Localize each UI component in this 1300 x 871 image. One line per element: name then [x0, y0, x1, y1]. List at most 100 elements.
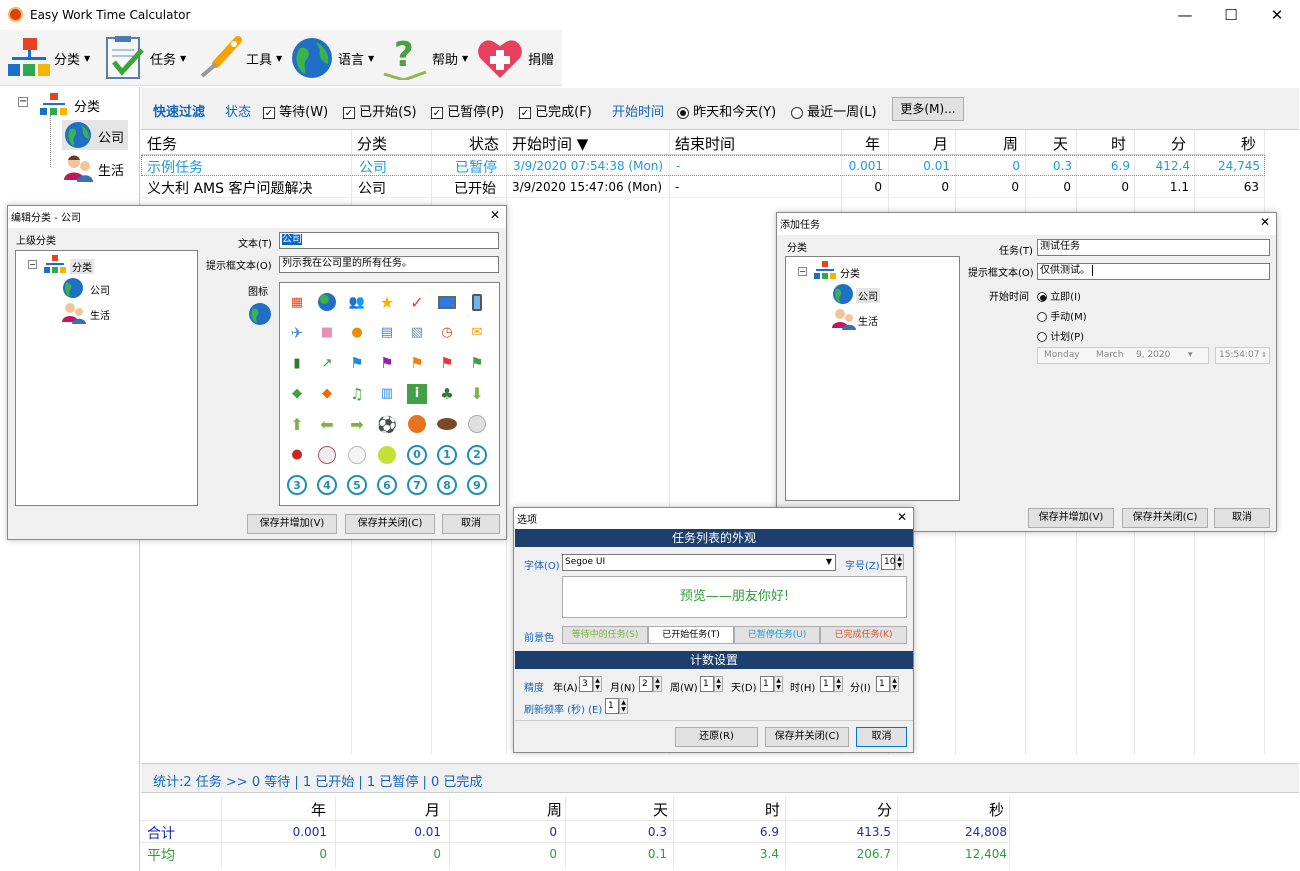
hierarchy-icon[interactable]: ▦ — [287, 292, 307, 312]
col-header-task[interactable]: 任务 — [147, 133, 177, 154]
task-category-tree[interactable]: − 分类 公司 生活 — [785, 256, 960, 501]
col-header-day[interactable]: 天 — [1053, 133, 1068, 154]
col-header-hour[interactable]: 时 — [1111, 133, 1126, 154]
started-color-button[interactable]: 已开始任务(T) — [648, 626, 734, 644]
maximize-button[interactable]: ☐ — [1208, 0, 1254, 30]
basketball-icon[interactable] — [407, 414, 427, 434]
tree-icon[interactable]: ♣ — [437, 384, 457, 404]
precision-hour-input[interactable]: 1 — [820, 676, 834, 692]
tree-root-label[interactable]: 分类 — [74, 96, 100, 115]
col-header-week[interactable]: 周 — [1003, 133, 1018, 154]
number-9-icon[interactable]: 9 — [467, 475, 487, 496]
start-manual-radio[interactable]: 手动(M) — [1037, 308, 1087, 323]
tree-item-label[interactable]: 生活 — [90, 307, 110, 322]
soccer-ball-icon[interactable]: ⚽ — [377, 414, 397, 434]
cancel-button[interactable]: 取消 — [856, 727, 907, 747]
check-icon[interactable]: ✓ — [407, 292, 427, 312]
save-and-close-button[interactable]: 保存并关闭(C) — [1122, 508, 1208, 528]
filter-waiting-checkbox[interactable]: ✓ 等待(W) — [263, 101, 328, 120]
filter-last-week-radio[interactable]: 最近一周(L) — [791, 101, 877, 120]
arrow-right-icon[interactable]: ➡ — [347, 414, 367, 434]
film-icon[interactable]: ▥ — [377, 384, 397, 404]
mail-icon[interactable]: ✉ — [467, 323, 487, 343]
arrow-down-icon[interactable]: ⬇ — [467, 384, 487, 404]
minimize-button[interactable]: — — [1162, 0, 1208, 30]
table-row[interactable]: 示例任务 公司 已暂停 3/9/2020 07:54:38 (Mon) - 0.… — [141, 155, 1265, 176]
spinner-arrows-icon[interactable]: ▲ ▼ — [834, 676, 843, 692]
tree-item-label[interactable]: 生活 — [858, 313, 878, 328]
chart-icon[interactable]: ↗ — [317, 353, 337, 373]
number-3-icon[interactable]: 3 — [287, 475, 307, 496]
orange-tag-icon[interactable]: ◆ — [317, 384, 337, 404]
spinner-arrows-icon[interactable]: ▲ ▼ — [593, 676, 602, 692]
tree-root-label[interactable]: 分类 — [70, 259, 94, 274]
number-4-icon[interactable]: 4 — [317, 475, 337, 496]
text-input[interactable]: 公司 — [279, 232, 499, 249]
finished-color-button[interactable]: 已完成任务(K) — [820, 626, 907, 644]
save-and-close-button[interactable]: 保存并关闭(C) — [345, 514, 435, 534]
toolbar-task-button[interactable]: 任务 ▼ — [104, 30, 186, 86]
save-and-close-button[interactable]: 保存并关闭(C) — [765, 727, 849, 747]
filter-finished-checkbox[interactable]: ✓ 已完成(F) — [519, 101, 592, 120]
toolbar-help-button[interactable]: ? 帮助 ▼ — [382, 30, 468, 86]
save-and-add-button[interactable]: 保存并增加(V) — [1028, 508, 1114, 528]
music-icon[interactable]: ♫ — [347, 384, 367, 404]
notepad-icon[interactable]: ▧ — [407, 323, 427, 343]
tree-collapse-icon[interactable]: − — [18, 97, 28, 107]
spinner-arrows-icon[interactable]: ▲ ▼ — [890, 676, 899, 692]
arrow-left-icon[interactable]: ⬅ — [317, 414, 337, 434]
blue-flag-icon[interactable]: ⚑ — [347, 353, 367, 373]
spinner-arrows-icon[interactable]: ▲ ▼ — [774, 676, 783, 692]
col-header-minute[interactable]: 分 — [1171, 133, 1186, 154]
number-8-icon[interactable]: 8 — [437, 475, 457, 496]
number-1-icon[interactable]: 1 — [437, 444, 457, 465]
precision-month-input[interactable]: 2 — [639, 676, 653, 692]
book-icon[interactable]: ▮ — [287, 353, 307, 373]
gift-icon[interactable]: ■ — [317, 323, 337, 343]
monitor-icon[interactable] — [437, 292, 457, 312]
dialog-close-icon[interactable]: ✕ — [897, 510, 907, 524]
parent-category-tree[interactable]: − 分类 公司 生活 — [15, 250, 198, 506]
task-tip-input[interactable]: 仅供测试。 — [1037, 263, 1270, 280]
star-icon[interactable]: ★ — [377, 292, 397, 312]
start-plan-radio[interactable]: 计划(P) — [1037, 328, 1084, 343]
col-header-second[interactable]: 秒 — [1241, 133, 1256, 154]
green-tag-icon[interactable]: ◆ — [287, 384, 307, 404]
waiting-color-button[interactable]: 等待中的任务(S) — [562, 626, 648, 644]
people-icon[interactable]: 👥 — [347, 292, 367, 312]
number-0-icon[interactable]: 0 — [407, 444, 427, 465]
golf-ball-icon[interactable] — [347, 445, 367, 465]
refresh-input[interactable]: 1 — [605, 698, 619, 714]
arrow-up-icon[interactable]: ⬆ — [287, 414, 307, 434]
orange-flag-icon[interactable]: ⚑ — [407, 353, 427, 373]
filter-yesterday-today-radio[interactable]: 昨天和今天(Y) — [677, 101, 776, 120]
volleyball-icon[interactable] — [467, 414, 487, 434]
info-icon[interactable]: i — [407, 383, 427, 404]
cancel-button[interactable]: 取消 — [1214, 508, 1270, 528]
plan-time-picker[interactable]: 15:54:07 ⇕ — [1215, 347, 1270, 364]
phone-icon[interactable] — [467, 292, 487, 312]
spinner-arrows-icon[interactable]: ▲ ▼ — [619, 698, 628, 714]
tennis-ball-icon[interactable] — [377, 445, 397, 465]
filter-paused-checkbox[interactable]: ✓ 已暂停(P) — [431, 101, 504, 120]
col-header-category[interactable]: 分类 — [357, 133, 387, 154]
airplane-icon[interactable]: ✈ — [287, 323, 307, 343]
col-header-month[interactable]: 月 — [933, 133, 948, 154]
cancel-button[interactable]: 取消 — [442, 514, 500, 534]
toolbar-tools-button[interactable]: 工具 ▼ — [196, 30, 282, 86]
restore-button[interactable]: 还原(R) — [675, 727, 758, 747]
tree-item-life[interactable]: 生活 — [62, 153, 128, 183]
purple-flag-icon[interactable]: ⚑ — [377, 353, 397, 373]
spinner-arrows-icon[interactable]: ▲ ▼ — [714, 676, 723, 692]
spinner-arrows-icon[interactable]: ▲ ▼ — [653, 676, 662, 692]
plan-date-picker[interactable]: Monday March 9, 2020 ▾ — [1037, 347, 1209, 364]
tip-input[interactable]: 列示我在公司里的所有任务。 — [279, 256, 499, 273]
tree-item-label[interactable]: 公司 — [90, 282, 110, 297]
font-size-input[interactable]: 10 — [881, 554, 895, 570]
dialog-close-icon[interactable]: ✕ — [1260, 215, 1270, 229]
tree-collapse-icon[interactable]: − — [798, 267, 807, 276]
precision-week-input[interactable]: 1 — [700, 676, 714, 692]
pingpong-icon[interactable]: ● — [287, 445, 307, 465]
globe-icon[interactable] — [317, 292, 337, 312]
col-header-end[interactable]: 结束时间 — [675, 133, 735, 154]
